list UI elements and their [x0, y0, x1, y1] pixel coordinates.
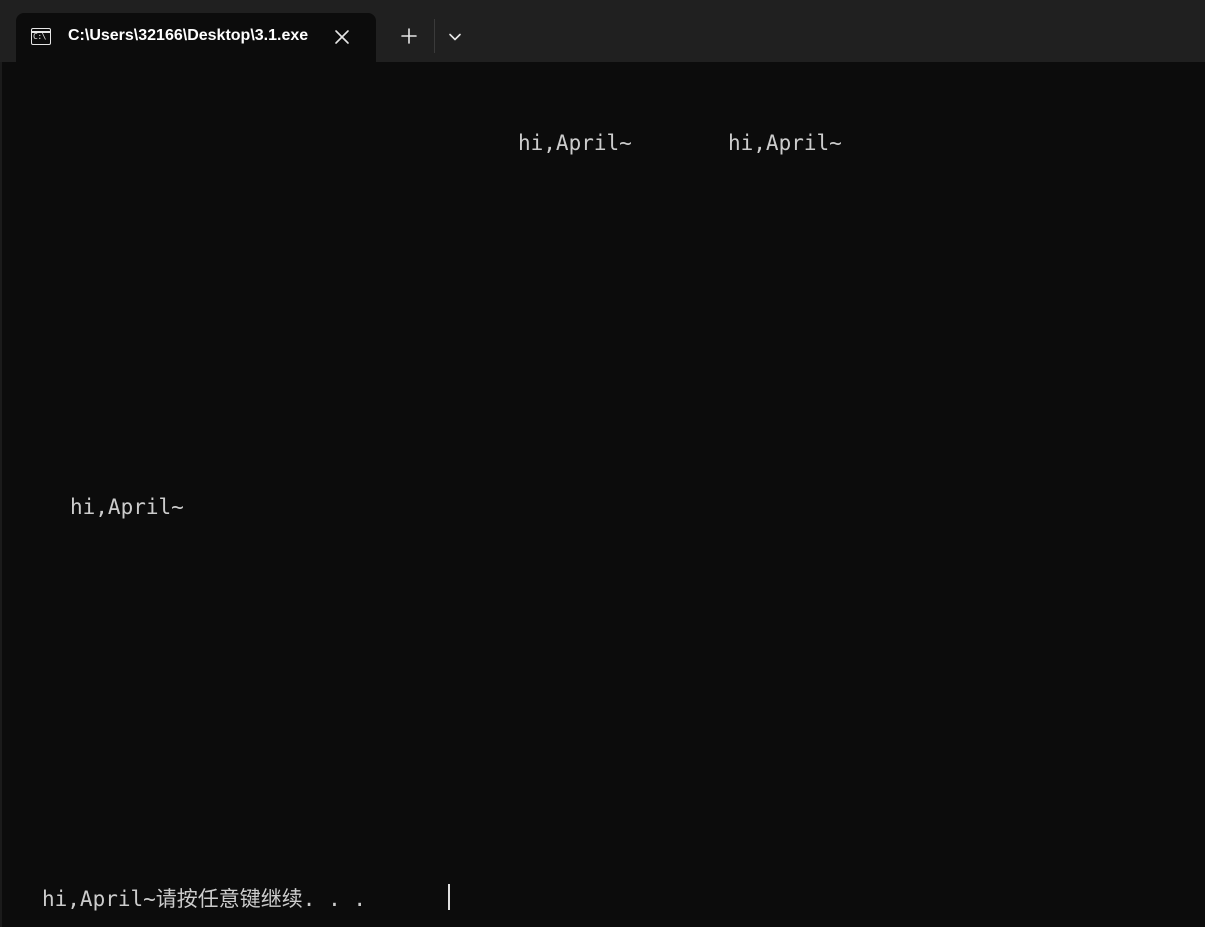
- tab-title: C:\Users\32166\Desktop\3.1.exe: [68, 27, 309, 44]
- terminal-output[interactable]: hi,April~ hi,April~ hi,April~ hi,April~请…: [0, 62, 1205, 927]
- tab-bar: C:\ C:\Users\32166\Desktop\3.1.exe: [0, 0, 1205, 62]
- text-cursor: [448, 884, 450, 910]
- plus-icon[interactable]: [397, 24, 421, 48]
- output-line-1: hi,April~: [518, 131, 632, 155]
- close-icon[interactable]: [330, 25, 354, 49]
- output-line-4: hi,April~请按任意键继续. . .: [42, 887, 367, 911]
- tab-separator: [434, 19, 435, 53]
- window-edge: [0, 62, 2, 927]
- output-line-3: hi,April~: [70, 495, 184, 519]
- tab-active[interactable]: C:\ C:\Users\32166\Desktop\3.1.exe: [16, 13, 376, 62]
- output-line-2: hi,April~: [728, 131, 842, 155]
- chevron-down-icon[interactable]: [444, 26, 466, 48]
- terminal-window: C:\ C:\Users\32166\Desktop\3.1.exe hi,Ap…: [0, 0, 1205, 927]
- console-icon-glyph: C:\: [33, 32, 46, 41]
- console-icon: C:\: [31, 28, 51, 45]
